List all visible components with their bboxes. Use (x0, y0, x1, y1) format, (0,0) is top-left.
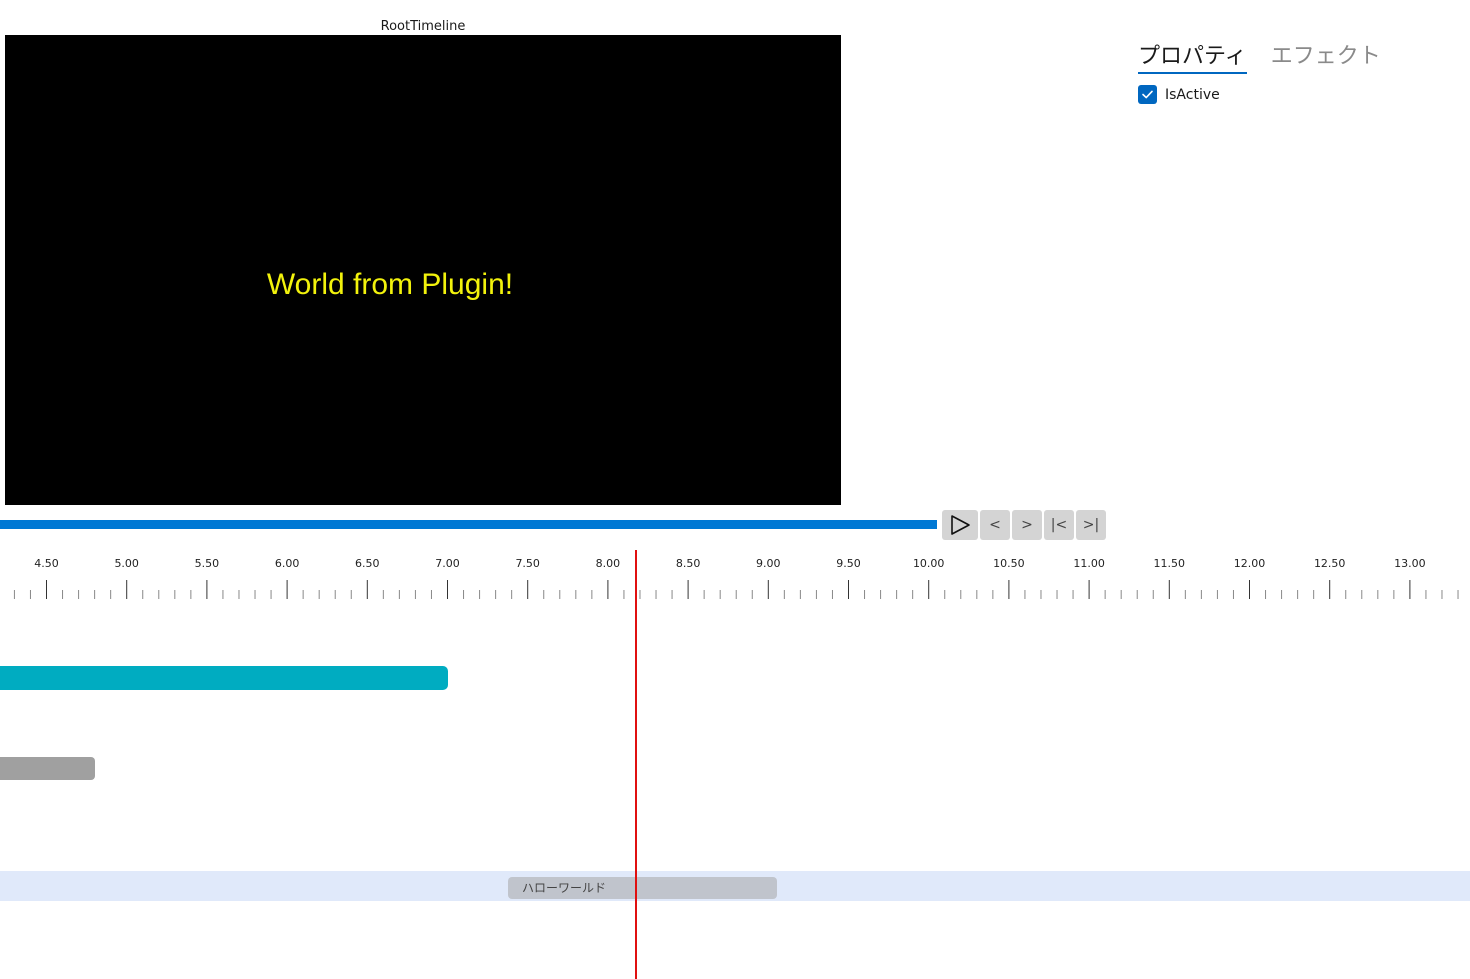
teal-clip[interactable] (0, 666, 448, 690)
is-active-row[interactable]: IsActive (1138, 85, 1220, 104)
ruler-label: 7.50 (515, 557, 540, 570)
preview-text: World from Plugin! (266, 268, 514, 301)
playhead[interactable] (635, 550, 637, 979)
next-frame-button[interactable]: > (1012, 510, 1042, 540)
gray-clip[interactable] (0, 757, 95, 780)
seek-bar[interactable] (0, 520, 937, 529)
play-button[interactable] (942, 510, 978, 540)
timeline-ruler[interactable]: 4.50 5.00 5.50 6.00 6.50 7.00 7.50 8.00 8.50 9.00… (0, 550, 1470, 600)
ruler-label: 10.50 (993, 557, 1025, 570)
ruler-label: 4.50 (34, 557, 59, 570)
ruler-label: 7.00 (435, 557, 460, 570)
ruler-label: 12.50 (1314, 557, 1346, 570)
ruler-label: 8.50 (676, 557, 701, 570)
properties-panel: プロパティ エフェクト IsActive (1138, 34, 1458, 104)
hello-world-clip[interactable]: ハローワールド (508, 877, 777, 899)
ruler-label: 6.50 (355, 557, 380, 570)
ruler-label: 5.00 (114, 557, 139, 570)
ruler-label: 9.50 (836, 557, 861, 570)
ruler-label: 8.00 (596, 557, 621, 570)
prev-frame-button[interactable]: < (980, 510, 1010, 540)
preview-title: RootTimeline (380, 19, 466, 34)
playback-controls: < > |< >| (942, 510, 1106, 540)
go-end-button[interactable]: >| (1076, 510, 1106, 540)
tab-effects[interactable]: エフェクト (1271, 34, 1381, 69)
ruler-label: 9.00 (756, 557, 781, 570)
ruler-label: 13.00 (1394, 557, 1426, 570)
preview-canvas[interactable]: World from Plugin! (5, 35, 841, 505)
is-active-checkbox[interactable] (1138, 85, 1157, 104)
check-icon (1142, 90, 1153, 99)
tab-properties[interactable]: プロパティ (1138, 34, 1247, 74)
ruler-label: 5.50 (195, 557, 220, 570)
ruler-label: 6.00 (275, 557, 300, 570)
ruler-label: 10.00 (913, 557, 945, 570)
properties-tabs: プロパティ エフェクト (1138, 34, 1458, 74)
ruler-label: 12.00 (1234, 557, 1266, 570)
ruler-label: 11.00 (1073, 557, 1105, 570)
ruler-label: 11.50 (1154, 557, 1186, 570)
play-icon (951, 515, 970, 535)
app-window: RootTimeline World from Plugin! プロパティ エフ… (0, 0, 1470, 979)
is-active-label: IsActive (1165, 86, 1220, 103)
timeline-tracks: ハローワールド (0, 600, 1470, 979)
go-start-button[interactable]: |< (1044, 510, 1074, 540)
